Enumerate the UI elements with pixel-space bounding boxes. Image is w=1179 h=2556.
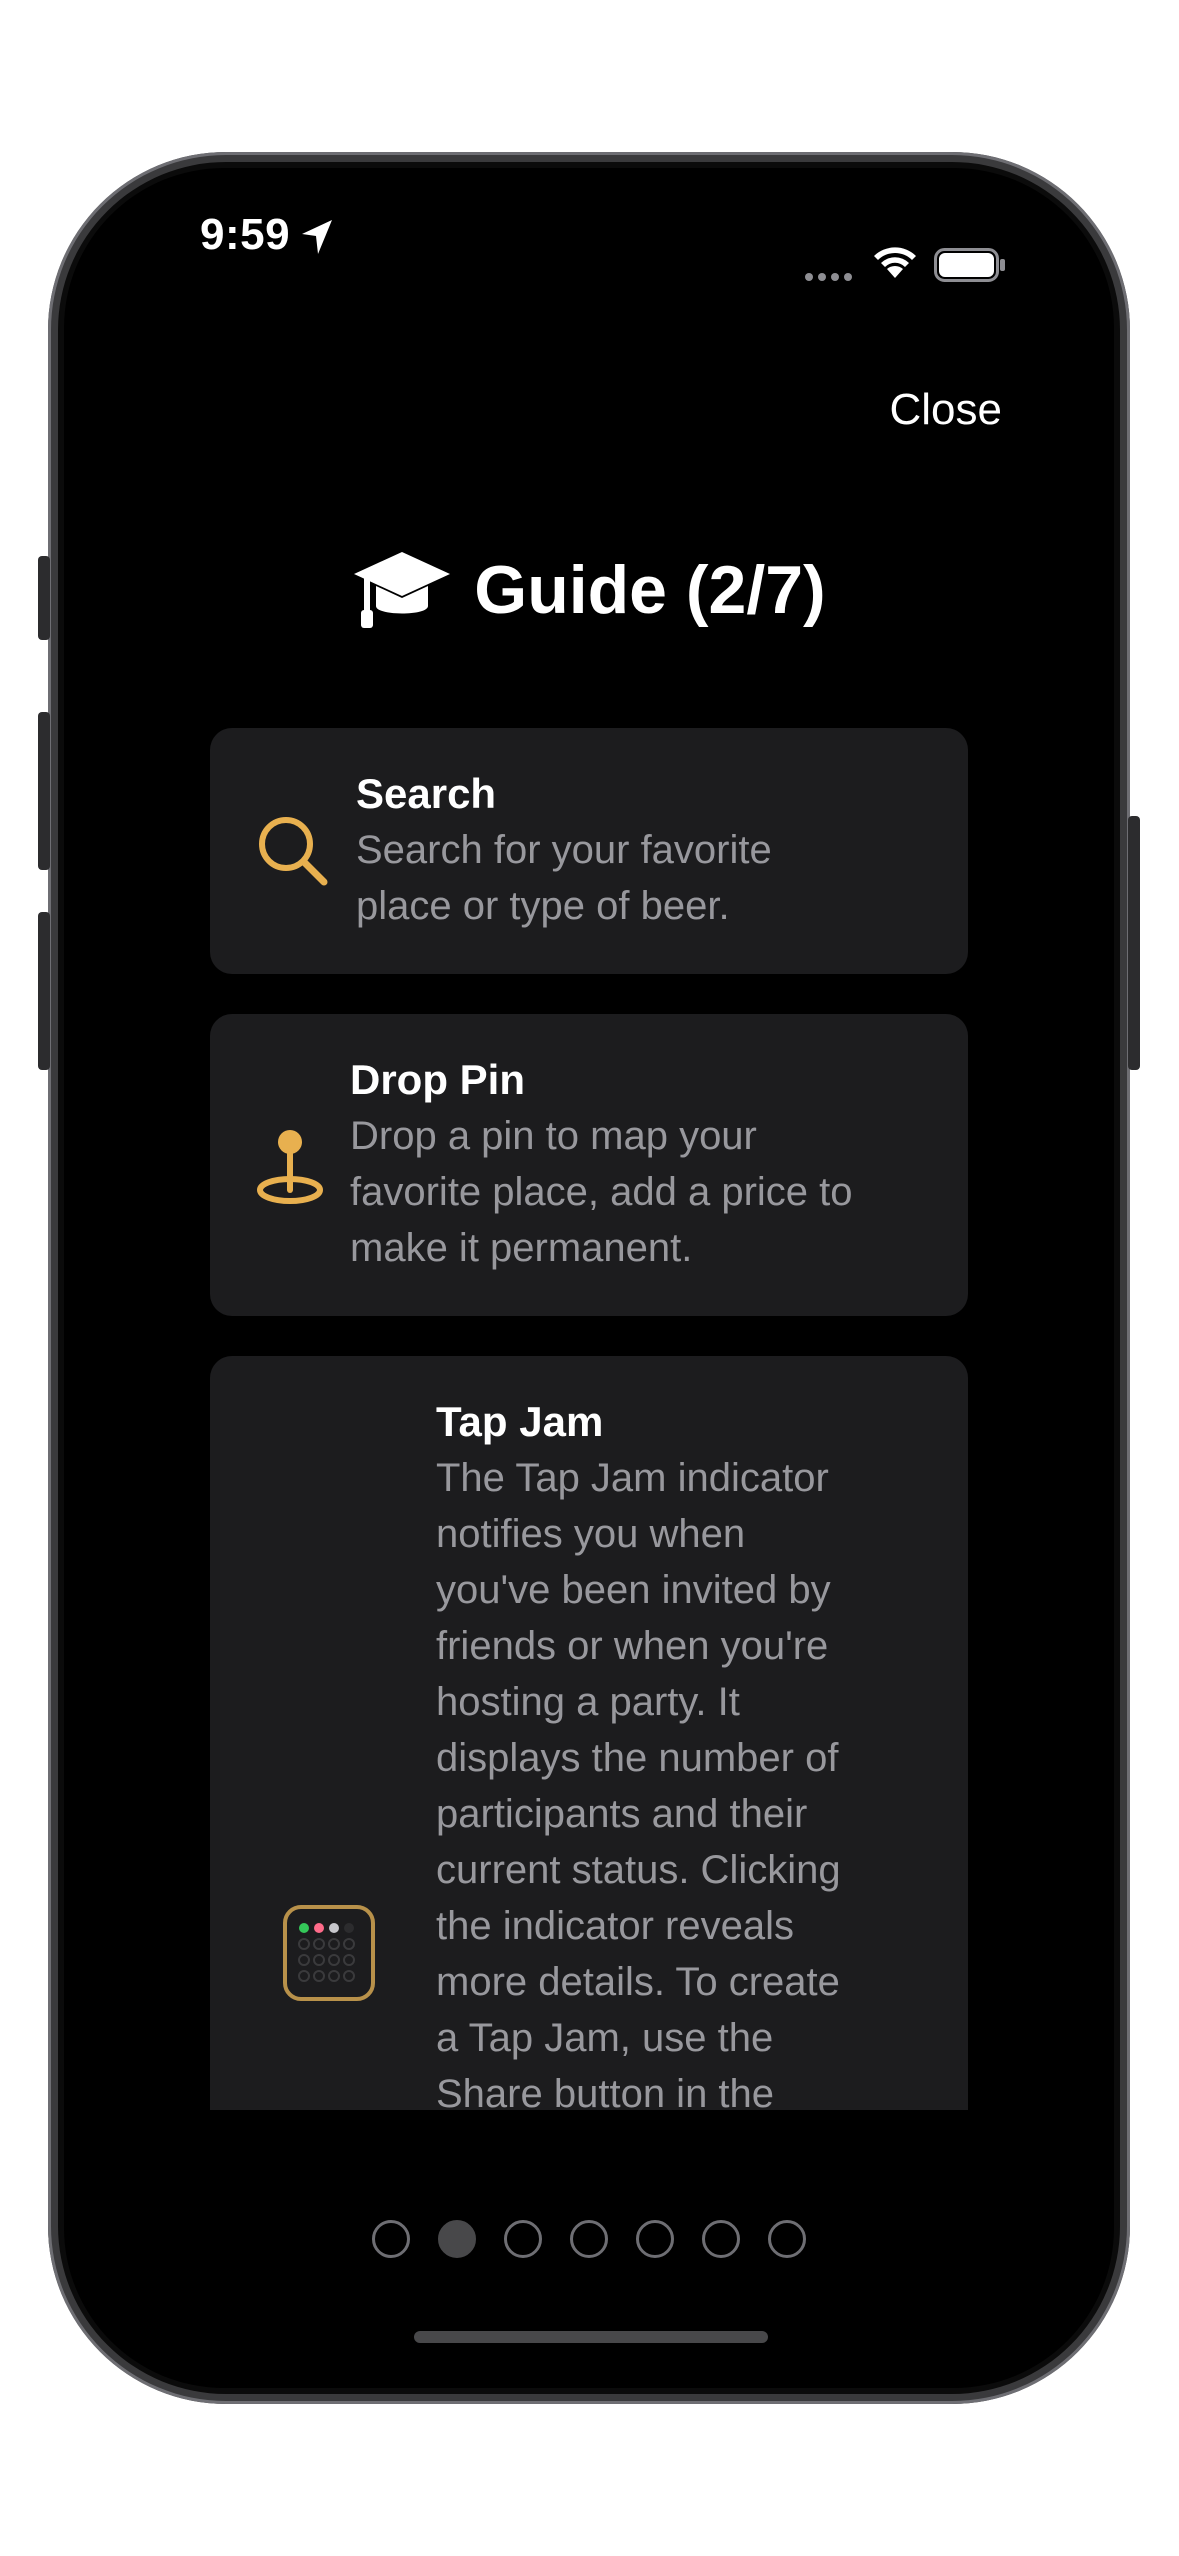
page-dot-4[interactable] <box>570 2220 608 2258</box>
page-dot-2-active[interactable] <box>438 2220 476 2258</box>
page-dot-5[interactable] <box>636 2220 674 2258</box>
guide-card-drop-pin: Drop Pin Drop a pin to map your favorite… <box>210 1014 968 1316</box>
page-indicator[interactable] <box>64 2220 1114 2264</box>
battery-icon <box>934 248 1005 282</box>
card-description: Search for your favorite place or type o… <box>356 828 772 928</box>
card-text: Search Search for your favorite place or… <box>356 766 772 934</box>
guide-card-search: Search Search for your favorite place or… <box>210 728 968 974</box>
page-dot-3[interactable] <box>504 2220 542 2258</box>
cellular-signal-icon <box>805 273 852 281</box>
card-title: Drop Pin <box>350 1056 525 1103</box>
page-dot-6[interactable] <box>702 2220 740 2258</box>
status-time: 9:59 <box>200 210 291 259</box>
tap-jam-indicator-icon <box>283 1905 375 2001</box>
page-dot-1[interactable] <box>372 2220 410 2258</box>
power-button <box>1128 816 1140 1070</box>
card-title: Tap Jam <box>436 1398 604 1445</box>
guide-title: Guide (2/7) <box>474 552 826 628</box>
location-arrow-icon <box>302 220 332 254</box>
guide-card-tap-jam: Tap Jam The Tap Jam indicator notifies y… <box>210 1356 968 2110</box>
card-description: Drop a pin to map your favorite place, a… <box>350 1114 853 1270</box>
page-title: Guide (2/7) <box>64 540 1114 640</box>
volume-down-button <box>38 912 50 1070</box>
guide-card-list[interactable]: Search Search for your favorite place or… <box>210 728 968 2110</box>
home-indicator[interactable] <box>414 2331 768 2343</box>
card-text: Drop Pin Drop a pin to map your favorite… <box>350 1052 853 1276</box>
page-dot-7[interactable] <box>768 2220 806 2258</box>
graduation-cap-icon <box>354 552 451 628</box>
card-title: Search <box>356 770 497 817</box>
wifi-icon <box>874 247 916 278</box>
card-text: Tap Jam The Tap Jam indicator notifies y… <box>436 1394 841 2110</box>
map-pin-icon <box>257 1130 323 1204</box>
magnifying-glass-icon <box>259 817 328 886</box>
silent-switch <box>38 556 50 640</box>
screen: 9:59 Close Guide (2/7) Search Search for… <box>64 168 1114 2388</box>
close-button[interactable]: Close <box>890 385 1003 435</box>
card-description: The Tap Jam indicator notifies you when … <box>436 1456 841 2110</box>
volume-up-button <box>38 712 50 870</box>
